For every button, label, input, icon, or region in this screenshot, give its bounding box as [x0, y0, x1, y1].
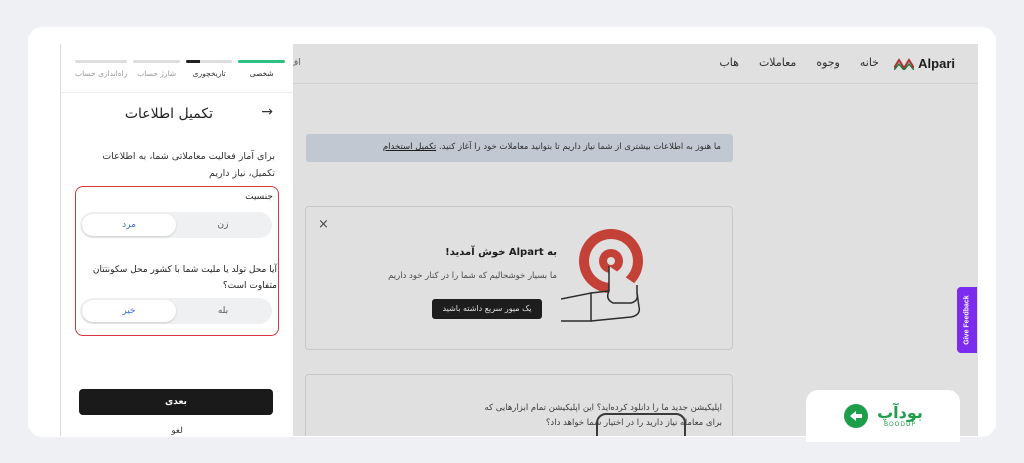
step-label: راه‌اندازی حساب	[75, 69, 128, 78]
cancel-link[interactable]: لغو	[61, 426, 293, 436]
watermark-sub: BOODUP	[883, 420, 917, 428]
birthplace-toggle: بله خیر	[80, 298, 272, 324]
step-label: شارژ حساب	[137, 69, 177, 78]
modal-backdrop[interactable]	[293, 44, 978, 436]
boodup-logo-icon	[844, 404, 869, 428]
gender-label: جنسیت	[245, 192, 273, 202]
gender-option-male[interactable]: مرد	[82, 214, 176, 236]
gender-toggle: زن مرد	[80, 212, 272, 238]
step-account-setup: راه‌اندازی حساب	[75, 60, 128, 78]
gender-option-female[interactable]: زن	[176, 214, 270, 236]
step-history: تاریخچوری	[185, 60, 233, 78]
step-bar	[75, 60, 128, 63]
step-personal: شخصی	[238, 60, 285, 78]
next-button[interactable]: بعدی	[79, 389, 273, 415]
feedback-label: Give Feedback	[963, 295, 971, 345]
step-bar	[185, 60, 233, 63]
watermark-title: بودآپ	[877, 402, 923, 422]
give-feedback-button[interactable]: Give Feedback	[957, 287, 977, 353]
birthplace-question: آیا محل تولد یا ملیت شما با کشور محل سکو…	[92, 265, 277, 291]
complete-info-drawer: شخصی تاریخچوری شارژ حساب راه‌اندازی حساب…	[61, 44, 293, 436]
step-bar	[238, 60, 285, 63]
drawer-title: تکمیل اطلاعات	[124, 106, 213, 122]
boodup-watermark: بودآپ BOODUP	[806, 390, 960, 442]
arrow-right-icon[interactable]: →	[261, 104, 273, 120]
birthplace-option-no[interactable]: خیر	[82, 300, 176, 322]
step-bar	[133, 60, 180, 63]
drawer-intro: برای آمار فعالیت معاملاتی شما، به اطلاعا…	[102, 151, 275, 179]
step-funding: شارژ حساب	[133, 60, 180, 78]
divider	[61, 92, 293, 93]
app-window: Alpari خانه وجوه معاملات هاب اف ما هنوز …	[60, 44, 978, 436]
watermark-text: بودآپ BOODUP	[877, 402, 923, 428]
birthplace-option-yes[interactable]: بله	[176, 300, 270, 322]
progress-stepper: شخصی تاریخچوری شارژ حساب راه‌اندازی حساب	[75, 60, 285, 78]
step-label: شخصی	[249, 69, 274, 78]
step-label: تاریخچوری	[192, 69, 226, 78]
